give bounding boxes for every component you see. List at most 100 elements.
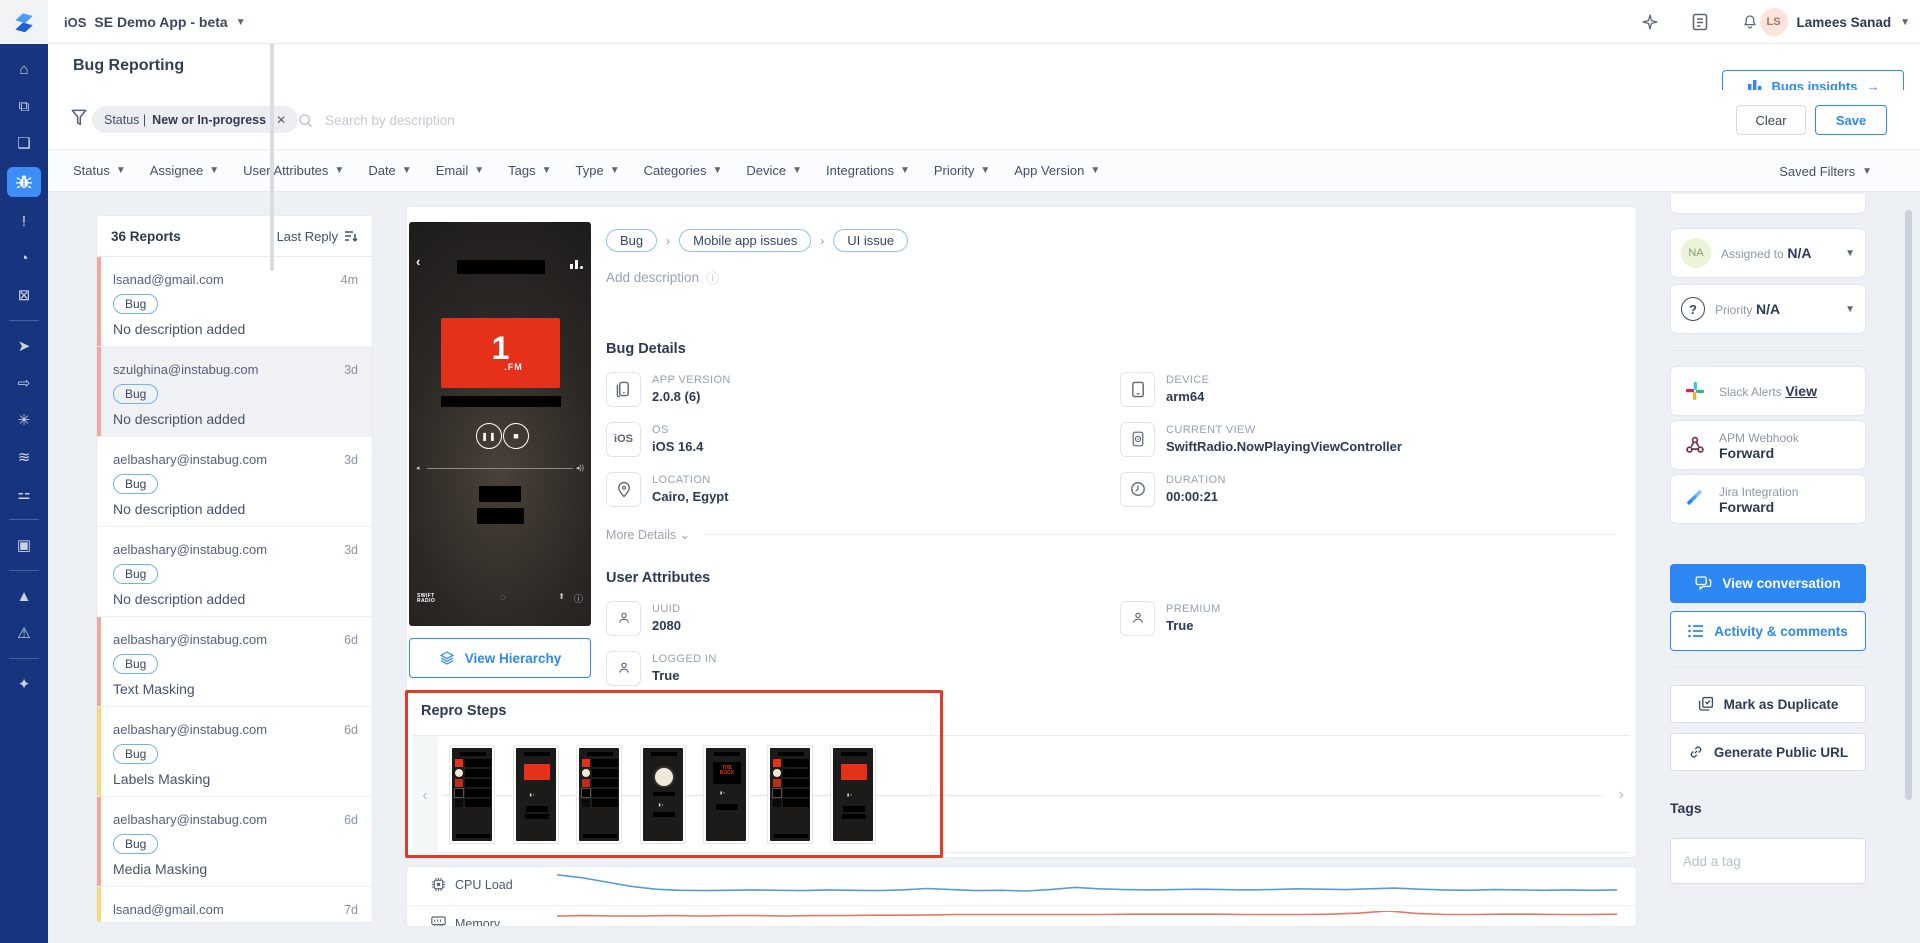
filter-menu-type[interactable]: Type▼ (576, 163, 620, 178)
view-conversation-label: View conversation (1722, 576, 1840, 591)
release-notes-icon[interactable] (1690, 12, 1710, 32)
detail-field: iOS OS iOS 16.4 (606, 421, 1120, 457)
filter-chip-value: New or In-progress (152, 113, 266, 127)
sidebar-item-session-replay[interactable]: ▣ (7, 532, 41, 558)
filter-menu-date[interactable]: Date▼ (368, 163, 411, 178)
reports-scrollbar[interactable] (270, 41, 274, 271)
priority-select[interactable]: ? Priority N/A ▼ (1670, 284, 1866, 334)
filter-menu-assignee[interactable]: Assignee▼ (150, 163, 219, 178)
jira-integration-card[interactable]: Jira Integration Forward (1670, 474, 1866, 524)
assignee-select[interactable]: NA Assigned to N/A ▼ (1670, 228, 1866, 278)
filter-menu-label: Tags (508, 163, 535, 178)
active-filter-chip[interactable]: Status | New or In-progress ✕ (92, 106, 298, 133)
filter-menu-app-version[interactable]: App Version▼ (1014, 163, 1100, 178)
integration-value[interactable]: Forward (1719, 445, 1774, 461)
chevron-down-icon: ▼ (1845, 248, 1855, 259)
report-description: No description added (113, 591, 358, 607)
more-details-toggle[interactable]: More Details ⌄ (606, 527, 1616, 542)
jira-icon (1683, 487, 1707, 511)
report-list-item[interactable]: aelbashary@instabug.com 6d Bug Media Mas… (97, 797, 372, 887)
generate-url-button[interactable]: Generate Public URL (1670, 733, 1866, 771)
ai-sparkle-icon[interactable] (1640, 12, 1660, 32)
sidebar-item-app-ratings[interactable]: ◔ (7, 245, 41, 271)
avatar: LS (1760, 8, 1788, 36)
filter-menu-categories[interactable]: Categories▼ (644, 163, 723, 178)
sidebar-item-sessions[interactable]: ❏ (7, 130, 41, 156)
chevron-down-icon: ▼ (1900, 17, 1910, 28)
sidebar-item-feature-requests[interactable]: ⇨ (7, 370, 41, 396)
mark-duplicate-button[interactable]: Mark as Duplicate (1670, 685, 1866, 723)
sidebar-item-crashes[interactable]: ! (7, 208, 41, 234)
detail-field: PREMIUM True (1120, 600, 1616, 636)
sidebar-item-configurations[interactable]: ⚍ (7, 481, 41, 507)
filter-menu-status[interactable]: Status▼ (73, 163, 126, 178)
sidebar-item-apm[interactable]: ✳ (7, 407, 41, 433)
saved-filters-menu[interactable]: Saved Filters ▼ (1779, 150, 1872, 192)
filter-menu-email[interactable]: Email▼ (436, 163, 484, 178)
integration-value[interactable]: View (1785, 383, 1817, 399)
instabug-logo[interactable] (0, 0, 48, 44)
search-input[interactable] (323, 112, 1678, 129)
filter-menu-device[interactable]: Device▼ (746, 163, 802, 178)
report-list-item[interactable]: aelbashary@instabug.com 6d Bug Text Mask… (97, 617, 372, 707)
apm-webhook-integration-card[interactable]: APM Webhook Forward (1670, 420, 1866, 470)
severity-stripe (97, 617, 101, 706)
report-list-item[interactable]: szulghina@instabug.com 3d Bug No descrip… (97, 347, 372, 437)
report-list-item[interactable]: aelbashary@instabug.com 3d Bug No descri… (97, 437, 372, 527)
detail-field-label: UUID (652, 603, 681, 615)
sort-control[interactable]: Last Reply (277, 229, 358, 244)
repro-step-thumbnail[interactable]: ▮ ▪ (513, 745, 559, 844)
sidebar-item-feedback[interactable]: ✦ (7, 671, 41, 697)
sidebar-item-network[interactable]: ≋ (7, 444, 41, 470)
add-description[interactable]: Add description ⓘ (606, 268, 1616, 287)
user-icon (1120, 601, 1155, 636)
sidebar-item-bug-reporting[interactable] (7, 167, 41, 197)
session-replay-player[interactable]: ‹ 1 .FM ❚❚ ■ ◂ ◂)) SWIFTRADIO ◌ ⬆ ⓘ (409, 222, 591, 626)
breadcrumb-category[interactable]: UI issue (833, 229, 908, 252)
clear-button[interactable]: Clear (1736, 105, 1806, 135)
filter-menu-tags[interactable]: Tags▼ (508, 163, 551, 178)
sidebar-item-releases[interactable]: ▲ (7, 583, 41, 609)
sidebar-item-terminations[interactable]: ⊠ (7, 282, 41, 308)
sidebar-item-smart-alerts[interactable]: ⚠ (7, 620, 41, 646)
crashes-icon: ! (22, 213, 26, 230)
activity-comments-button[interactable]: Activity & comments (1670, 611, 1866, 651)
sidebar-item-home[interactable]: ⌂ (7, 56, 41, 82)
close-icon[interactable]: ✕ (276, 113, 286, 127)
repro-step-thumbnail[interactable] (576, 745, 622, 844)
notifications-bell-icon[interactable] (1740, 12, 1760, 32)
reports-count: 36 Reports (111, 229, 181, 244)
repro-step-thumbnail[interactable] (449, 745, 495, 844)
slack-integration-card[interactable]: Slack Alerts View (1670, 366, 1866, 416)
repro-step-thumbnail[interactable]: ▮ ▪ (640, 745, 686, 844)
device-icon (1120, 372, 1155, 407)
filter-menu-integrations[interactable]: Integrations▼ (826, 163, 910, 178)
sidebar-item-screens[interactable]: ⧉ (7, 93, 41, 119)
report-list-item[interactable]: aelbashary@instabug.com 3d Bug No descri… (97, 527, 372, 617)
metric-label: Memory (455, 917, 500, 927)
filter-menu-user-attributes[interactable]: User Attributes▼ (243, 163, 344, 178)
view-conversation-button[interactable]: View conversation (1670, 564, 1866, 603)
save-button[interactable]: Save (1815, 105, 1887, 135)
report-list-item[interactable]: lsanad@gmail.com 7d Bug (97, 887, 372, 923)
carousel-prev-button[interactable]: ‹ (412, 736, 438, 854)
carousel-next-button[interactable]: › (1619, 786, 1624, 804)
filter-menu-priority[interactable]: Priority▼ (934, 163, 990, 178)
activity-comments-label: Activity & comments (1714, 624, 1848, 639)
report-list-item[interactable]: aelbashary@instabug.com 6d Bug Labels Ma… (97, 707, 372, 797)
add-tag-input[interactable] (1670, 838, 1866, 884)
app-selector[interactable]: iOS SE Demo App - beta ▼ (64, 0, 246, 44)
integration-value[interactable]: Forward (1719, 499, 1774, 515)
repro-step-thumbnail[interactable]: THEROCK▮ ▪ (703, 745, 749, 844)
sidebar-item-surveys[interactable]: ➤ (7, 333, 41, 359)
report-description: Labels Masking (113, 771, 358, 787)
breadcrumb-category[interactable]: Mobile app issues (679, 229, 811, 252)
repro-step-thumbnail[interactable] (767, 745, 813, 844)
user-menu[interactable]: LS Lamees Sanad ▼ (1760, 0, 1910, 44)
report-email: aelbashary@instabug.com (113, 452, 267, 467)
repro-step-thumbnail[interactable]: ▮ ▪ (830, 745, 876, 844)
view-hierarchy-button[interactable]: View Hierarchy (409, 638, 591, 678)
page-scrollbar-thumb[interactable] (1905, 210, 1912, 800)
breadcrumb-category[interactable]: Bug (606, 229, 657, 252)
report-list-item[interactable]: lsanad@gmail.com 4m Bug No description a… (97, 257, 372, 347)
